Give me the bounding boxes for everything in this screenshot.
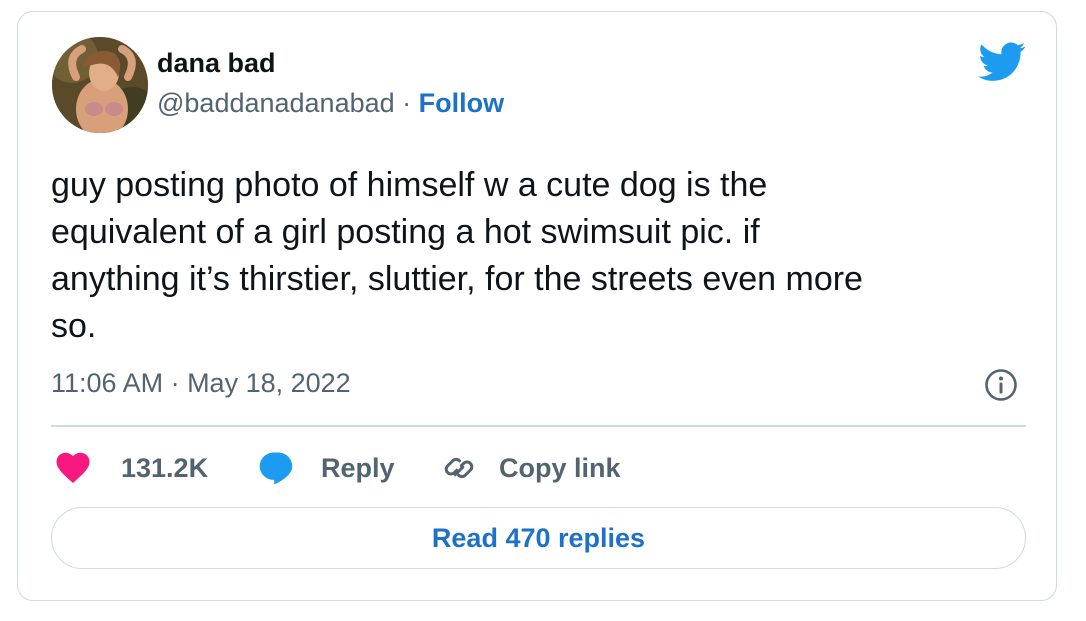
reply-button[interactable]: Reply xyxy=(258,450,395,486)
author-handle[interactable]: @baddanadanabad xyxy=(157,88,395,118)
like-count: 131.2K xyxy=(121,452,209,483)
read-replies-label: Read 470 replies xyxy=(431,522,646,553)
divider xyxy=(51,425,1026,427)
link-icon xyxy=(444,457,474,479)
profile-avatar[interactable] xyxy=(52,37,148,133)
author-handle-row: @baddanadanabad · Follow xyxy=(157,88,504,119)
tweet-card: dana bad @baddanadanabad · Follow guy po… xyxy=(17,11,1057,601)
handle-separator: · xyxy=(394,88,419,118)
like-button[interactable]: 131.2K xyxy=(55,450,208,486)
copy-link-label: Copy link xyxy=(499,452,621,483)
speech-bubble-icon xyxy=(259,452,293,485)
read-replies-button[interactable]: Read 470 replies xyxy=(51,507,1026,569)
tweet-timestamp[interactable]: 11:06 AM · May 18, 2022 xyxy=(51,368,351,399)
twitter-bird-icon[interactable] xyxy=(978,42,1026,82)
copy-link-button[interactable]: Copy link xyxy=(441,450,621,486)
heart-icon xyxy=(56,452,90,483)
follow-button[interactable]: Follow xyxy=(419,88,504,118)
reply-label: Reply xyxy=(321,452,395,483)
tweet-text: guy posting photo of himself w a cute do… xyxy=(51,166,863,345)
author-display-name[interactable]: dana bad xyxy=(157,48,276,79)
info-icon[interactable] xyxy=(984,368,1018,402)
avatar-image xyxy=(52,37,148,133)
